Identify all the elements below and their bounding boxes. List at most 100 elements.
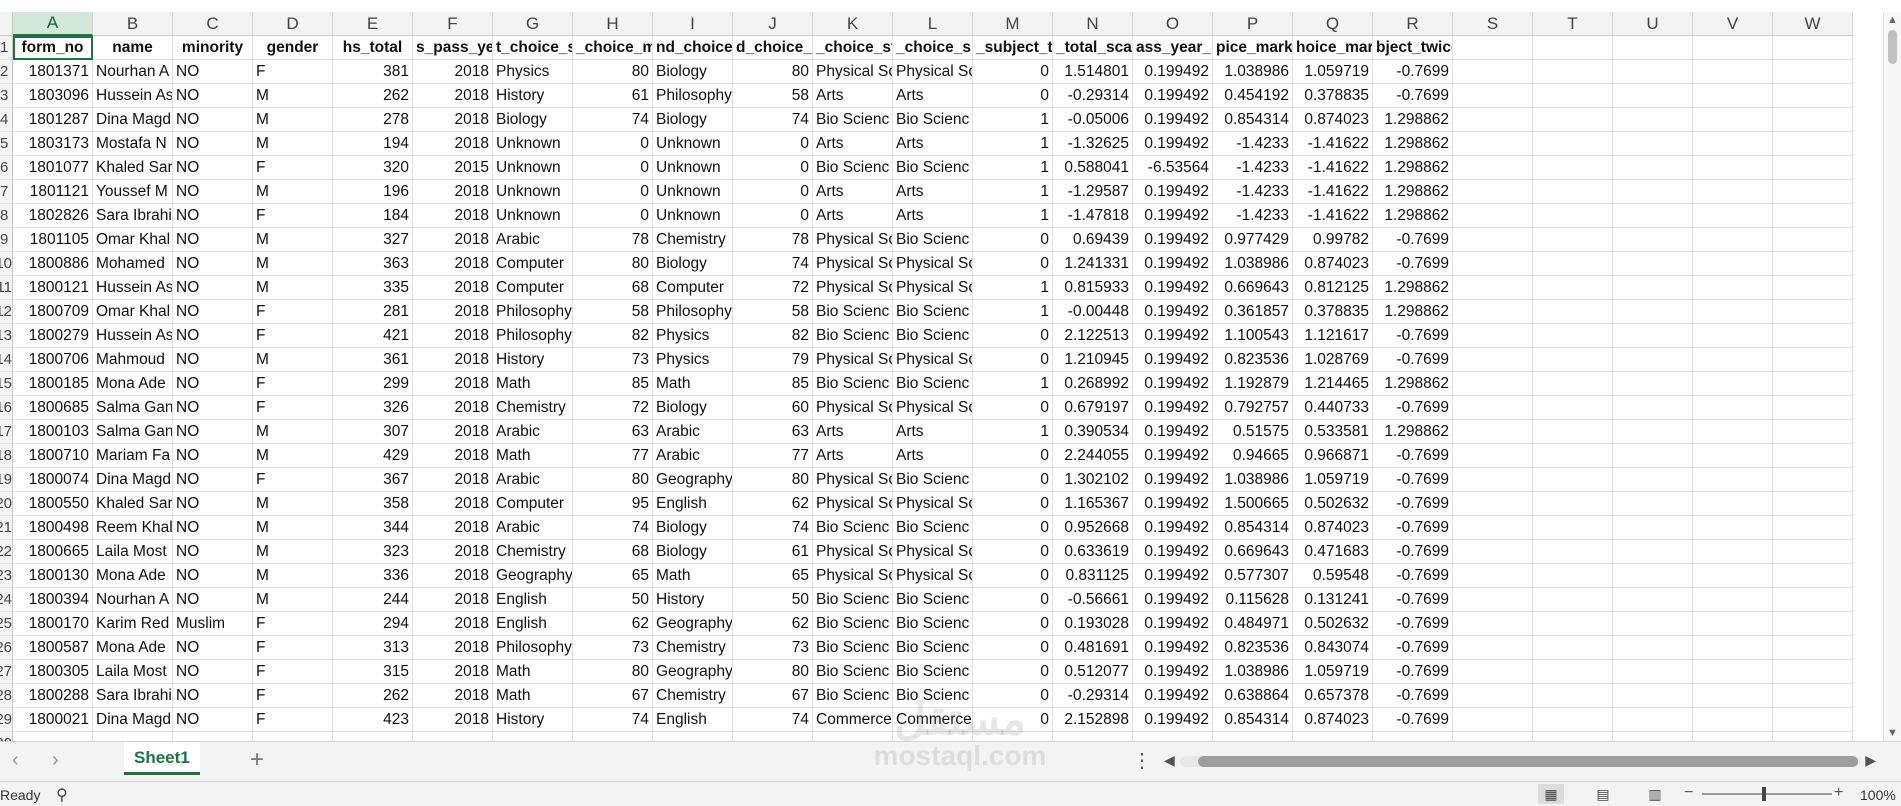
data-cell[interactable]: 281 — [333, 300, 413, 324]
data-cell[interactable]: 1800709 — [13, 300, 93, 324]
data-cell[interactable]: Arts — [813, 180, 893, 204]
data-cell[interactable]: Arts — [893, 420, 973, 444]
grid-cell[interactable] — [1693, 732, 1773, 741]
data-cell[interactable]: F — [253, 204, 333, 228]
row-header[interactable]: 19 — [0, 468, 13, 492]
data-cell[interactable]: F — [253, 468, 333, 492]
data-cell[interactable]: Arts — [893, 204, 973, 228]
data-cell[interactable]: Biology — [493, 108, 573, 132]
data-cell[interactable]: Dina Magd — [93, 468, 173, 492]
data-cell[interactable]: Omar Khal — [93, 300, 173, 324]
data-cell[interactable]: 429 — [333, 444, 413, 468]
grid-cell[interactable] — [1613, 612, 1693, 636]
data-cell[interactable]: NO — [173, 420, 253, 444]
column-title-cell[interactable]: _subject_t — [973, 36, 1053, 60]
grid-cell[interactable] — [1053, 732, 1133, 741]
data-cell[interactable]: 196 — [333, 180, 413, 204]
data-cell[interactable]: Biology — [653, 252, 733, 276]
grid-cell[interactable] — [1693, 132, 1773, 156]
row-header[interactable]: 5 — [0, 132, 13, 156]
data-cell[interactable]: 0.812125 — [1293, 276, 1373, 300]
data-cell[interactable]: 0 — [973, 324, 1053, 348]
column-header-l[interactable]: L — [893, 12, 973, 36]
grid-cell[interactable] — [1533, 276, 1613, 300]
data-cell[interactable]: -0.7699 — [1373, 444, 1453, 468]
data-cell[interactable]: Arabic — [493, 516, 573, 540]
scroll-up-arrow-icon[interactable]: ▲ — [1884, 12, 1901, 28]
grid-cell[interactable] — [1613, 204, 1693, 228]
data-cell[interactable]: 77 — [733, 444, 813, 468]
data-cell[interactable]: M — [253, 108, 333, 132]
data-cell[interactable]: 1802826 — [13, 204, 93, 228]
row-header[interactable]: 13 — [0, 324, 13, 348]
data-cell[interactable]: 0.874023 — [1293, 516, 1373, 540]
grid-cell[interactable] — [1773, 492, 1853, 516]
scroll-right-arrow-icon[interactable]: ▶ — [1865, 752, 1876, 769]
grid-cell[interactable] — [1453, 300, 1533, 324]
data-cell[interactable]: Unknown — [493, 132, 573, 156]
vertical-scroll-thumb[interactable] — [1888, 30, 1897, 64]
data-cell[interactable]: M — [253, 420, 333, 444]
data-cell[interactable]: 0.577307 — [1213, 564, 1293, 588]
data-cell[interactable]: Philosophy — [493, 636, 573, 660]
data-cell[interactable]: 0.657378 — [1293, 684, 1373, 708]
data-cell[interactable]: NO — [173, 180, 253, 204]
grid-cell[interactable] — [1453, 588, 1533, 612]
data-cell[interactable]: 2018 — [413, 252, 493, 276]
grid-cell[interactable] — [1613, 708, 1693, 732]
grid-cell[interactable] — [1373, 732, 1453, 741]
data-cell[interactable]: NO — [173, 588, 253, 612]
data-cell[interactable]: -0.7699 — [1373, 684, 1453, 708]
data-cell[interactable]: Computer — [493, 492, 573, 516]
data-cell[interactable]: Bio Scienc — [893, 156, 973, 180]
row-header[interactable]: 16 — [0, 396, 13, 420]
grid-cell[interactable] — [1693, 636, 1773, 660]
data-cell[interactable]: Bio Scienc — [893, 636, 973, 660]
grid-cell[interactable] — [1533, 516, 1613, 540]
data-cell[interactable]: Bio Scienc — [813, 612, 893, 636]
data-cell[interactable]: Reem Khal — [93, 516, 173, 540]
data-cell[interactable]: 0 — [973, 516, 1053, 540]
grid-cell[interactable] — [1613, 564, 1693, 588]
data-cell[interactable]: 0.199492 — [1133, 252, 1213, 276]
data-cell[interactable]: 58 — [733, 84, 813, 108]
data-cell[interactable]: 68 — [573, 276, 653, 300]
data-cell[interactable]: Bio Scienc — [813, 660, 893, 684]
data-cell[interactable]: 1.059719 — [1293, 660, 1373, 684]
data-cell[interactable]: M — [253, 84, 333, 108]
row-header[interactable]: 30 — [0, 732, 13, 741]
column-header-v[interactable]: V — [1693, 12, 1773, 36]
data-cell[interactable]: Philosophy — [653, 84, 733, 108]
data-cell[interactable]: 320 — [333, 156, 413, 180]
data-cell[interactable]: 0 — [973, 588, 1053, 612]
column-title-cell[interactable]: _choice_m — [573, 36, 653, 60]
data-cell[interactable]: Physical Sc — [813, 60, 893, 84]
data-cell[interactable]: NO — [173, 660, 253, 684]
data-cell[interactable]: -0.7699 — [1373, 588, 1453, 612]
data-cell[interactable]: Bio Scienc — [813, 372, 893, 396]
data-cell[interactable]: F — [253, 300, 333, 324]
data-cell[interactable]: 0.199492 — [1133, 204, 1213, 228]
row-header[interactable]: 28 — [0, 684, 13, 708]
data-cell[interactable]: Math — [493, 444, 573, 468]
row-header[interactable]: 1 — [0, 36, 13, 60]
data-cell[interactable]: 1800394 — [13, 588, 93, 612]
data-cell[interactable]: 1.210945 — [1053, 348, 1133, 372]
data-cell[interactable]: Math — [653, 564, 733, 588]
row-header[interactable]: 26 — [0, 636, 13, 660]
data-cell[interactable]: 1801371 — [13, 60, 93, 84]
data-cell[interactable]: 1.500665 — [1213, 492, 1293, 516]
data-cell[interactable]: Youssef M — [93, 180, 173, 204]
zoom-out-icon[interactable]: − — [1684, 784, 1693, 802]
data-cell[interactable]: Arabic — [493, 420, 573, 444]
grid-cell[interactable] — [1613, 732, 1693, 741]
grid-cell[interactable] — [13, 732, 93, 741]
column-title-cell[interactable]: _choice_st — [813, 36, 893, 60]
data-cell[interactable]: Biology — [653, 516, 733, 540]
column-title-cell[interactable]: t_choice_s — [493, 36, 573, 60]
data-cell[interactable]: Mostafa N — [93, 132, 173, 156]
data-cell[interactable]: 1.298862 — [1373, 420, 1453, 444]
column-title-cell[interactable]: bject_twice_scaled — [1373, 36, 1453, 60]
data-cell[interactable]: NO — [173, 492, 253, 516]
select-all-corner[interactable] — [0, 12, 13, 36]
